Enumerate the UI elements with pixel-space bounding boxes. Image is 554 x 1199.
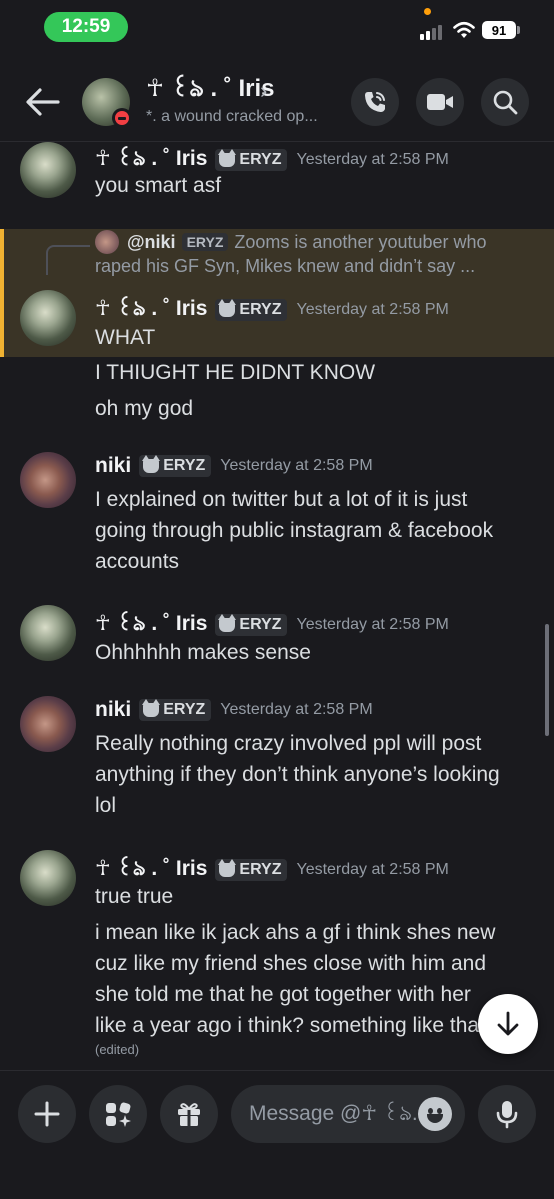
message-header: niki ERYZ Yesterday at 2:58 PM xyxy=(95,454,373,478)
user-avatar[interactable] xyxy=(20,696,76,752)
chat-header: ☥ ꒰ঌ . ˚ Iris › *. a wound cracked op... xyxy=(0,52,554,142)
voice-message-button[interactable] xyxy=(478,1085,536,1143)
user-avatar[interactable] xyxy=(20,850,76,906)
message-text: I THIUGHT HE DIDNT KNOW xyxy=(95,361,376,384)
search-button[interactable] xyxy=(481,78,529,126)
guild-tag[interactable]: ERYZ xyxy=(215,298,288,321)
timestamp: Yesterday at 2:58 PM xyxy=(220,457,373,474)
reply-avatar xyxy=(95,230,119,254)
cat-icon xyxy=(218,298,237,317)
emoji-icon[interactable] xyxy=(418,1097,452,1131)
wifi-icon xyxy=(453,21,475,38)
message-text: you smart asf xyxy=(95,174,222,197)
video-call-button[interactable] xyxy=(416,78,464,126)
jump-to-latest-button[interactable] xyxy=(478,994,538,1054)
message-header: niki ERYZ Yesterday at 2:58 PM xyxy=(95,698,373,722)
reply-preview-text: Zooms is another youtuber who xyxy=(234,231,487,252)
user-avatar[interactable] xyxy=(20,605,76,661)
emoji-mouth xyxy=(427,1114,443,1123)
reply-reference[interactable]: @niki ERYZ Zooms is another youtuber who xyxy=(95,230,545,254)
message-list[interactable]: ☥ ꒰ঌ . ˚ Iris ERYZ Yesterday at 2:58 PM … xyxy=(0,142,554,1070)
message-text: i mean like ik jack ahs a gf i think she… xyxy=(95,921,496,944)
battery-tip xyxy=(517,26,520,34)
battery-indicator: 91 xyxy=(482,21,516,39)
cat-icon xyxy=(142,455,161,473)
message-text: like a year ago i think? something like … xyxy=(95,1014,485,1037)
header-username[interactable]: ☥ ꒰ঌ . ˚ Iris xyxy=(146,70,274,110)
reply-connector xyxy=(46,245,90,275)
guild-tag[interactable]: ERYZ xyxy=(215,858,288,881)
attach-button[interactable] xyxy=(18,1085,76,1143)
cat-icon xyxy=(218,858,237,877)
chevron-right-icon[interactable]: › xyxy=(260,78,267,104)
message-text: Ohhhhhh makes sense xyxy=(95,641,311,664)
status-bar: 12:59 91 xyxy=(0,0,554,52)
gift-button[interactable] xyxy=(160,1085,218,1143)
plus-icon xyxy=(34,1101,60,1127)
message-input[interactable] xyxy=(249,1085,419,1143)
timestamp: Yesterday at 2:58 PM xyxy=(296,300,449,318)
user-avatar[interactable] xyxy=(20,142,76,198)
message-text: WHAT xyxy=(95,326,156,349)
cat-icon xyxy=(218,613,237,632)
back-arrow-icon[interactable] xyxy=(22,84,62,120)
reply-username: @niki xyxy=(127,231,176,252)
message-text: lol xyxy=(95,794,117,817)
guild-tag-label: ERYZ xyxy=(163,701,206,718)
guild-tag[interactable]: ERYZ xyxy=(215,613,288,636)
do-not-disturb-icon xyxy=(112,108,132,128)
guild-tag-label: ERYZ xyxy=(239,860,282,878)
message-text: she told me that he got together with he… xyxy=(95,983,471,1006)
user-avatar[interactable] xyxy=(20,452,76,508)
guild-tag[interactable]: ERYZ xyxy=(139,699,212,721)
message-text: I explained on twitter but a lot of it i… xyxy=(95,488,468,511)
message-text: accounts xyxy=(95,550,180,573)
status-time: 12:59 xyxy=(44,12,128,42)
guild-tag[interactable]: ERYZ xyxy=(215,148,288,171)
microphone-icon xyxy=(496,1101,518,1129)
guild-tag-label: ERYZ xyxy=(239,150,282,168)
composer-bar xyxy=(0,1070,554,1199)
guild-tag-label: ERYZ xyxy=(239,615,282,633)
timestamp: Yesterday at 2:58 PM xyxy=(220,701,373,718)
timestamp: Yesterday at 2:58 PM xyxy=(296,615,449,633)
message-text: anything if they don’t think anyone’s lo… xyxy=(95,763,500,786)
user-avatar[interactable] xyxy=(20,290,76,346)
message-text: going through public instagram & faceboo… xyxy=(95,519,494,542)
message-text: oh my god xyxy=(95,397,194,420)
timestamp: Yesterday at 2:58 PM xyxy=(296,860,449,878)
phone-icon xyxy=(365,92,385,112)
guild-tag-label: ERYZ xyxy=(163,457,206,474)
voice-call-button[interactable] xyxy=(351,78,399,126)
reply-preview-text-continued: raped his GF Syn, Mikes knew and didn’t … xyxy=(95,256,476,276)
reply-guild-tag: ERYZ xyxy=(181,233,229,251)
timestamp: Yesterday at 2:58 PM xyxy=(296,150,449,168)
apps-icon xyxy=(106,1102,131,1127)
guild-tag[interactable]: ERYZ xyxy=(139,455,212,477)
search-icon xyxy=(493,90,518,115)
header-custom-status: *. a wound cracked op... xyxy=(146,108,318,125)
edited-label: (edited) xyxy=(95,1042,140,1057)
cat-icon xyxy=(218,148,237,167)
username[interactable]: niki xyxy=(95,454,131,478)
message-text: true true xyxy=(95,885,174,908)
video-camera-icon xyxy=(427,94,453,110)
scrollbar[interactable] xyxy=(545,624,549,736)
message-text: cuz like my friend shes close with him a… xyxy=(95,952,486,975)
message-text: Really nothing crazy involved ppl will p… xyxy=(95,732,482,755)
cellular-signal-icon xyxy=(420,22,446,40)
cat-icon xyxy=(142,699,161,717)
gift-icon xyxy=(178,1103,200,1126)
guild-tag-label: ERYZ xyxy=(239,300,282,318)
message-input-wrapper xyxy=(231,1085,465,1143)
arrow-down-icon xyxy=(497,1011,519,1036)
privacy-indicator xyxy=(424,8,431,15)
apps-button[interactable] xyxy=(89,1085,147,1143)
username[interactable]: niki xyxy=(95,698,131,722)
